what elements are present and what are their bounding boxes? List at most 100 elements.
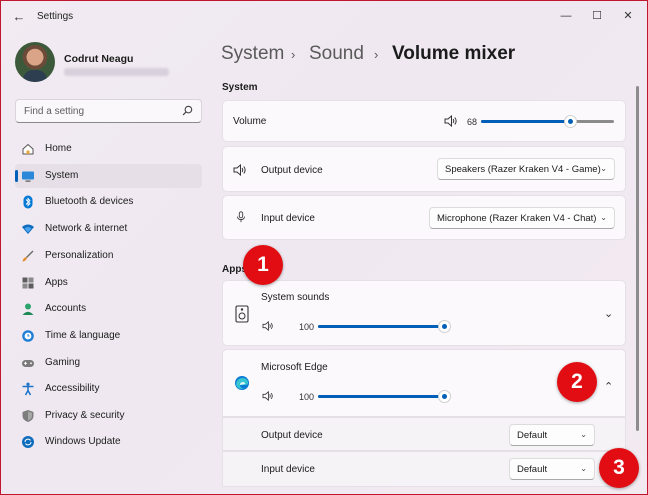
system-sounds-card[interactable]: System sounds 100 ⌄ bbox=[222, 280, 626, 346]
page-title: Volume mixer bbox=[392, 43, 516, 64]
maximize-button[interactable]: ☐ bbox=[587, 7, 607, 25]
search-icon[interactable] bbox=[182, 105, 193, 116]
settings-window: ← Settings — ☐ ✕ Codrut Neagu Find a set… bbox=[1, 1, 647, 494]
nav-item-label: Accessibility bbox=[45, 383, 100, 394]
nav-item-label: Time & language bbox=[45, 330, 121, 341]
volume-card: Volume 68 bbox=[222, 100, 626, 142]
section-heading-system: System bbox=[222, 82, 258, 93]
accessibility-icon bbox=[22, 382, 34, 396]
search-input[interactable]: Find a setting bbox=[15, 99, 202, 123]
accounts-icon bbox=[22, 303, 34, 315]
scrollbar[interactable] bbox=[636, 86, 639, 431]
dropdown-value: Default bbox=[517, 464, 548, 475]
speaker-device-icon bbox=[235, 305, 249, 323]
nav-item-label: Gaming bbox=[45, 357, 81, 368]
nav-item-system[interactable]: System bbox=[15, 164, 202, 188]
system-sounds-slider[interactable] bbox=[318, 320, 451, 333]
back-button[interactable]: ← bbox=[11, 9, 27, 25]
input-device-label: Input device bbox=[261, 213, 315, 224]
microphone-icon bbox=[237, 211, 245, 223]
edge-output-device-label: Output device bbox=[261, 430, 323, 441]
minimize-button[interactable]: — bbox=[556, 7, 576, 25]
edge-output-device-dropdown[interactable]: Default ⌄ bbox=[509, 424, 595, 446]
search-placeholder: Find a setting bbox=[24, 106, 85, 117]
update-icon bbox=[22, 436, 34, 448]
home-icon bbox=[22, 143, 34, 155]
speaker-icon[interactable] bbox=[444, 115, 458, 127]
gamepad-icon bbox=[22, 360, 34, 367]
chevron-down-icon: ⌄ bbox=[580, 464, 587, 473]
chevron-down-icon: ⌄ bbox=[580, 430, 587, 439]
nav-item-label: Network & internet bbox=[45, 223, 128, 234]
nav-item-windows-update[interactable]: Windows Update bbox=[15, 430, 202, 454]
globe-clock-icon bbox=[22, 330, 34, 342]
nav-item-network[interactable]: Network & internet bbox=[15, 217, 202, 241]
chevron-up-icon[interactable]: ⌃ bbox=[604, 380, 613, 393]
system-icon bbox=[22, 171, 34, 182]
avatar[interactable] bbox=[15, 42, 55, 82]
volume-value: 68 bbox=[467, 117, 478, 127]
output-device-dropdown[interactable]: Speakers (Razer Kraken V4 - Game) ⌄ bbox=[437, 158, 615, 180]
slider-fill bbox=[318, 325, 445, 328]
dropdown-value: Default bbox=[517, 430, 548, 441]
nav-item-privacy[interactable]: Privacy & security bbox=[15, 404, 202, 428]
brush-icon bbox=[22, 250, 34, 262]
close-button[interactable]: ✕ bbox=[618, 7, 638, 25]
edge-icon bbox=[235, 376, 249, 390]
slider-fill bbox=[481, 120, 571, 123]
nav-item-label: Bluetooth & devices bbox=[45, 196, 134, 207]
system-sounds-label: System sounds bbox=[261, 292, 330, 303]
nav-item-home[interactable]: Home bbox=[15, 137, 202, 161]
apps-icon bbox=[22, 277, 34, 289]
slider-thumb[interactable] bbox=[438, 320, 451, 333]
volume-label: Volume bbox=[233, 116, 267, 127]
window-title: Settings bbox=[37, 11, 74, 22]
nav-item-label: Accounts bbox=[45, 303, 87, 314]
system-sounds-value: 100 bbox=[299, 322, 315, 332]
nav-item-personalization[interactable]: Personalization bbox=[15, 244, 202, 268]
active-indicator bbox=[15, 170, 18, 182]
input-device-dropdown[interactable]: Microphone (Razer Kraken V4 - Chat) ⌄ bbox=[429, 207, 615, 229]
nav-item-accounts[interactable]: Accounts bbox=[15, 297, 202, 321]
wifi-icon bbox=[22, 224, 34, 234]
chevron-down-icon: ⌄ bbox=[600, 164, 607, 173]
output-device-label: Output device bbox=[261, 165, 323, 176]
speaker-icon[interactable] bbox=[262, 391, 274, 401]
breadcrumb-sound[interactable]: Sound bbox=[309, 43, 364, 65]
user-email-blurred bbox=[64, 68, 169, 76]
microsoft-edge-slider[interactable] bbox=[318, 390, 451, 403]
nav-item-time-language[interactable]: Time & language bbox=[15, 324, 202, 348]
volume-slider[interactable] bbox=[481, 115, 614, 128]
title-bar: ← Settings — ☐ ✕ bbox=[1, 1, 647, 33]
nav-item-label: Privacy & security bbox=[45, 410, 125, 421]
dropdown-value: Speakers (Razer Kraken V4 - Game) bbox=[445, 164, 601, 175]
slider-thumb[interactable] bbox=[564, 115, 577, 128]
edge-input-device-dropdown[interactable]: Default ⌄ bbox=[509, 458, 595, 480]
output-device-card: Output device Speakers (Razer Kraken V4 … bbox=[222, 146, 626, 192]
nav-item-label: Windows Update bbox=[45, 436, 121, 447]
breadcrumb-separator: › bbox=[374, 47, 379, 62]
annotation-badge-3: 3 bbox=[599, 448, 639, 488]
microsoft-edge-value: 100 bbox=[299, 392, 315, 402]
edge-input-device-label: Input device bbox=[261, 464, 315, 475]
edge-output-device-row: Output device Default ⌄ bbox=[222, 417, 626, 451]
chevron-down-icon: ⌄ bbox=[600, 213, 607, 222]
nav-item-apps[interactable]: Apps bbox=[15, 271, 202, 295]
nav-item-bluetooth[interactable]: Bluetooth & devices bbox=[15, 190, 202, 214]
user-name: Codrut Neagu bbox=[64, 53, 134, 65]
microsoft-edge-label: Microsoft Edge bbox=[261, 362, 328, 373]
nav-item-gaming[interactable]: Gaming bbox=[15, 351, 202, 375]
nav-item-accessibility[interactable]: Accessibility bbox=[15, 377, 202, 401]
dropdown-value: Microphone (Razer Kraken V4 - Chat) bbox=[437, 213, 597, 224]
chevron-down-icon[interactable]: ⌄ bbox=[604, 307, 613, 320]
nav-item-label: Personalization bbox=[45, 250, 114, 261]
shield-icon bbox=[22, 410, 34, 422]
breadcrumb-system[interactable]: System bbox=[221, 43, 284, 65]
annotation-badge-1: 1 bbox=[243, 245, 283, 285]
nav-item-label: Home bbox=[45, 143, 72, 154]
slider-fill bbox=[318, 395, 445, 398]
slider-thumb[interactable] bbox=[438, 390, 451, 403]
nav-item-label: Apps bbox=[45, 277, 68, 288]
speaker-icon[interactable] bbox=[262, 321, 274, 331]
annotation-badge-2: 2 bbox=[557, 362, 597, 402]
